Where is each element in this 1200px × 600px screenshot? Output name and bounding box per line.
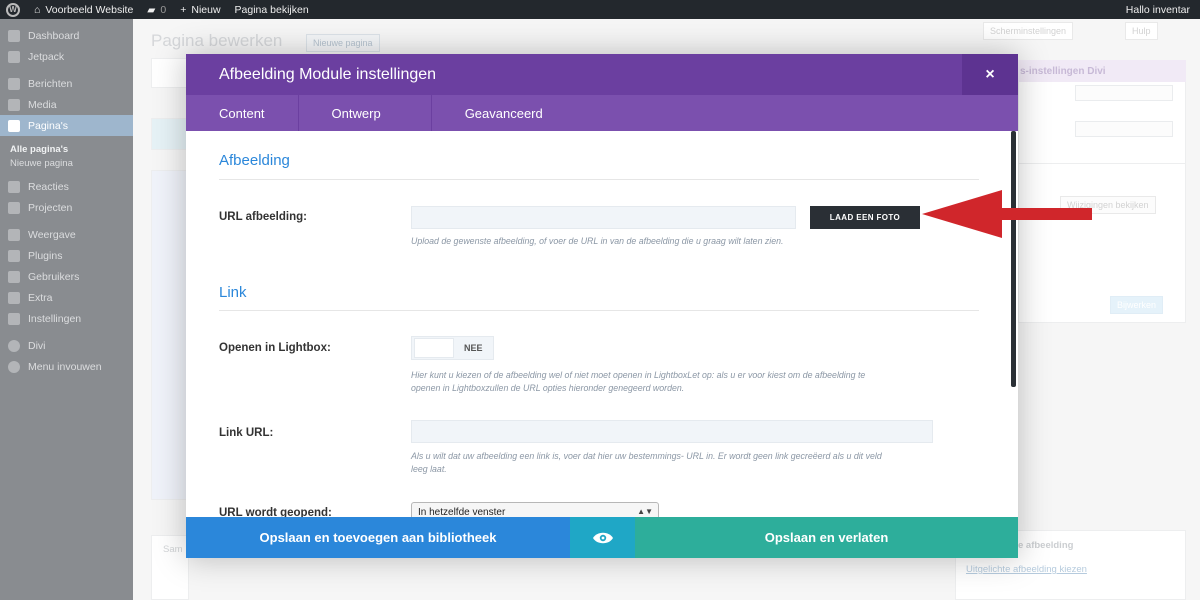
image-url-label: URL afbeelding:: [219, 211, 307, 223]
site-name-link[interactable]: ⌂ Voorbeeld Website: [34, 4, 133, 16]
comments-link[interactable]: ▰ 0: [147, 4, 166, 16]
link-url-label: Link URL:: [219, 427, 274, 439]
new-content-link[interactable]: + Nieuw: [180, 4, 220, 16]
lightbox-label: Openen in Lightbox:: [219, 342, 331, 354]
admin-bar: W ⌂ Voorbeeld Website ▰ 0 + Nieuw Pagina…: [0, 0, 1200, 19]
red-arrow-icon: [922, 190, 1092, 238]
select-arrows-icon: ▲▼: [637, 507, 653, 516]
tab-design[interactable]: Ontwerp: [299, 95, 432, 131]
view-page-link[interactable]: Pagina bekijken: [235, 4, 309, 16]
section-link-title: Link: [219, 284, 247, 301]
modal-footer: Opslaan en toevoegen aan bibliotheek Ops…: [186, 517, 1018, 558]
lightbox-description: Hier kunt u kiezen of de afbeelding wel …: [411, 370, 866, 393]
toggle-knob: [414, 338, 454, 358]
image-url-input[interactable]: [411, 206, 796, 229]
close-button[interactable]: ×: [962, 54, 1018, 95]
comment-icon: ▰: [147, 3, 156, 16]
wordpress-logo-icon[interactable]: W: [6, 2, 20, 17]
lightbox-toggle-value: NEE: [464, 343, 483, 353]
save-and-exit-button[interactable]: Opslaan en verlaten: [635, 517, 1018, 558]
tab-advanced[interactable]: Geavanceerd: [432, 95, 576, 131]
tab-content[interactable]: Content: [186, 95, 299, 131]
save-to-library-button[interactable]: Opslaan en toevoegen aan bibliotheek: [186, 517, 570, 558]
modal-header: Afbeelding Module instellingen ×: [186, 54, 1018, 95]
modal-title: Afbeelding Module instellingen: [219, 65, 437, 83]
home-icon: ⌂: [34, 3, 41, 16]
close-icon: ×: [985, 65, 995, 83]
plus-icon: +: [180, 3, 187, 16]
link-url-description: Als u wilt dat uw afbeelding een link is…: [411, 451, 882, 474]
link-url-input[interactable]: [411, 420, 933, 443]
section-divider: [219, 179, 979, 180]
account-greeting[interactable]: Hallo inventar: [1126, 4, 1190, 16]
preview-button[interactable]: [570, 517, 635, 558]
modal-scrollbar[interactable]: [1011, 131, 1016, 387]
section-divider: [219, 310, 979, 311]
url-opens-value: In hetzelfde venster: [418, 506, 506, 518]
image-module-settings-modal: Afbeelding Module instellingen × Content…: [186, 54, 1018, 558]
upload-image-button[interactable]: LAAD EEN FOTO: [810, 206, 920, 229]
lightbox-toggle[interactable]: NEE: [411, 336, 494, 360]
eye-icon: [592, 532, 613, 543]
section-image-title: Afbeelding: [219, 152, 290, 169]
image-url-description: Upload de gewenste afbeelding, of voer d…: [411, 236, 784, 246]
modal-tabs: Content Ontwerp Geavanceerd: [186, 95, 1018, 131]
